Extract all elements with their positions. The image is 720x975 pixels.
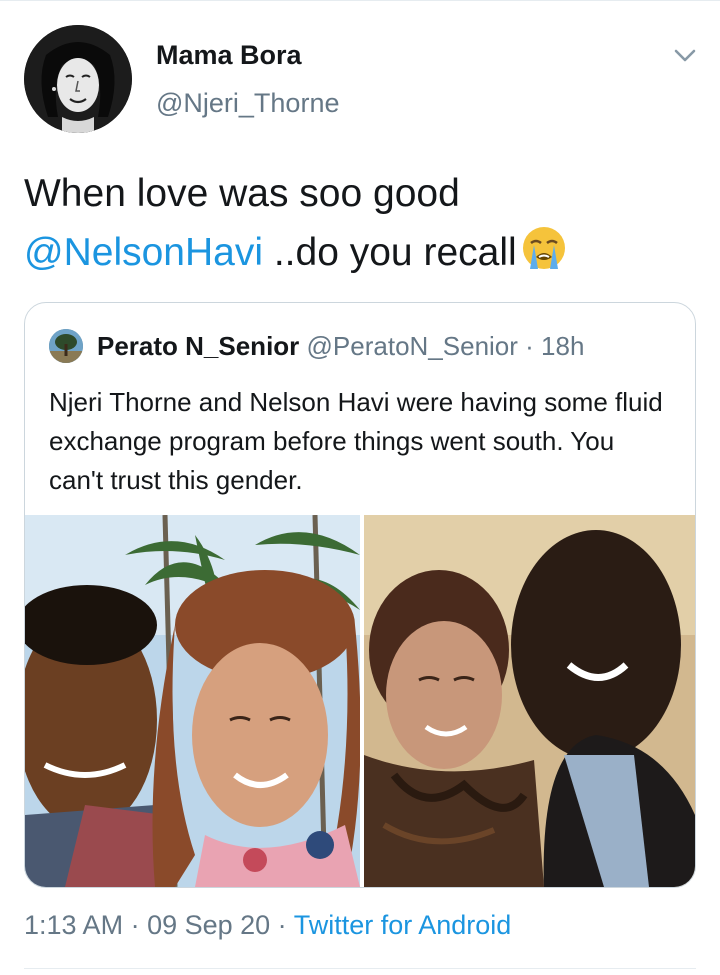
quoted-photo-2[interactable] <box>364 515 695 887</box>
tweet-line-1: When love was soo good <box>24 172 460 215</box>
tweet-text: When love was soo good @NelsonHavi ..do … <box>24 164 704 282</box>
quoted-time-ago[interactable]: 18h <box>541 331 584 361</box>
quoted-author-avatar[interactable] <box>49 329 83 363</box>
quoted-photo-1[interactable] <box>25 515 360 887</box>
top-divider <box>0 0 720 1</box>
quoted-separator: · <box>517 331 542 361</box>
author-handle[interactable]: @Njeri_Thorne <box>156 88 339 119</box>
author-avatar[interactable] <box>24 25 132 133</box>
tree-avatar-icon <box>49 329 83 363</box>
quoted-tweet-text: Njeri Thorne and Nelson Havi were having… <box>49 387 663 495</box>
quoted-tweet-card[interactable]: Perato N_Senior @PeratoN_Senior · 18h Nj… <box>24 302 696 888</box>
tweet-source-link[interactable]: Twitter for Android <box>294 910 512 940</box>
mention-link[interactable]: @NelsonHavi <box>24 231 263 274</box>
chevron-down-icon[interactable] <box>672 46 698 66</box>
meta-separator-1: · <box>123 910 148 940</box>
loudly-crying-face-icon <box>519 223 569 273</box>
quoted-author-name[interactable]: Perato N_Senior <box>97 331 299 361</box>
beach-couple-photo-icon <box>25 515 360 887</box>
tweet-date[interactable]: 09 Sep 20 <box>147 910 270 940</box>
tweet-line-2-text: ..do you recall <box>263 231 517 274</box>
bottom-divider <box>24 968 696 969</box>
quoted-author-handle[interactable]: @PeratoN_Senior <box>307 331 518 361</box>
indoor-couple-photo-icon <box>364 515 695 887</box>
tweet-meta: 1:13 AM · 09 Sep 20 · Twitter for Androi… <box>24 910 511 941</box>
cartoon-portrait-icon <box>24 25 132 133</box>
author-name[interactable]: Mama Bora <box>156 40 302 71</box>
tweet-line-2: @NelsonHavi ..do you recall <box>24 223 704 282</box>
meta-separator-2: · <box>270 910 294 940</box>
quoted-header: Perato N_Senior @PeratoN_Senior · 18h <box>97 329 584 363</box>
tweet-time[interactable]: 1:13 AM <box>24 910 123 940</box>
